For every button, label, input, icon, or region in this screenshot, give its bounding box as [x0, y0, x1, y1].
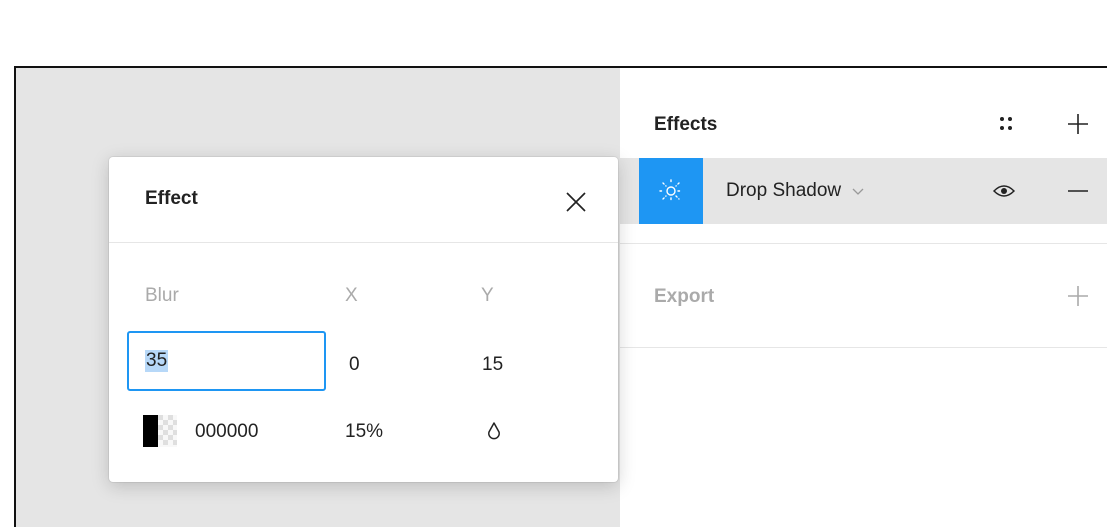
effect-type-label: Drop Shadow: [726, 180, 842, 202]
y-label: Y: [481, 285, 494, 306]
x-input[interactable]: 0: [349, 354, 360, 376]
effect-type-select[interactable]: Drop Shadow: [726, 180, 864, 202]
divider: [109, 242, 618, 243]
plus-icon[interactable]: [1064, 110, 1092, 138]
effects-title: Effects: [654, 114, 718, 135]
effect-popup: Effect Blur X Y 35 0 15 000000 15%: [109, 157, 618, 482]
blur-label: Blur: [145, 285, 179, 306]
properties-panel: Effects Drop Shadow Export: [620, 68, 1107, 527]
popup-title: Effect: [145, 188, 198, 209]
divider: [620, 243, 1107, 244]
color-swatch[interactable]: [143, 415, 177, 447]
divider: [620, 347, 1107, 348]
chevron-down-icon: [852, 180, 864, 202]
eye-icon[interactable]: [990, 177, 1018, 205]
blur-value: 35: [145, 350, 169, 372]
grid-icon[interactable]: [992, 110, 1020, 138]
drop-icon[interactable]: [487, 421, 507, 445]
minus-icon[interactable]: [1064, 177, 1092, 205]
plus-icon[interactable]: [1064, 282, 1092, 310]
opacity-input[interactable]: 15%: [345, 421, 383, 443]
blur-input[interactable]: 35: [127, 331, 326, 391]
y-input[interactable]: 15: [482, 354, 503, 376]
export-title: Export: [654, 286, 715, 307]
color-hex-input[interactable]: 000000: [195, 421, 258, 443]
close-icon[interactable]: [559, 185, 593, 219]
sun-icon[interactable]: [639, 158, 703, 224]
x-label: X: [345, 285, 358, 306]
effect-row-drop-shadow[interactable]: Drop Shadow: [620, 158, 1107, 224]
